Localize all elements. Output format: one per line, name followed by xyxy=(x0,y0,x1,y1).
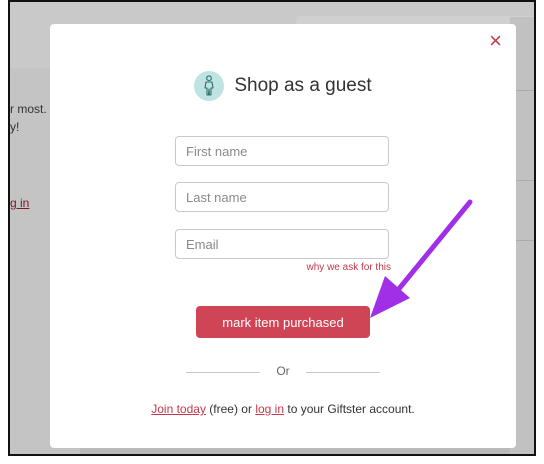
close-icon[interactable]: × xyxy=(489,30,502,52)
background-text: y! xyxy=(10,120,20,134)
email-field[interactable] xyxy=(175,229,389,259)
last-name-field[interactable] xyxy=(175,182,389,212)
join-today-link[interactable]: Join today xyxy=(151,402,206,416)
or-label: Or xyxy=(276,364,290,378)
footer-rest-text: to your Giftster account. xyxy=(287,402,415,416)
screenshot-frame: ○ r most. y! g in × Shop as a guest why … xyxy=(8,0,536,456)
account-footer: Join today (free) or log in to your Gift… xyxy=(50,402,516,416)
background-divider xyxy=(513,90,534,91)
walking-person-icon xyxy=(194,71,225,101)
background-login-link: g in xyxy=(10,196,30,210)
modal-title: Shop as a guest xyxy=(234,75,372,96)
first-name-field[interactable] xyxy=(175,136,389,166)
or-divider-right xyxy=(306,372,380,373)
footer-free-text: (free) or xyxy=(209,402,252,416)
why-we-ask-link[interactable]: why we ask for this xyxy=(307,262,391,273)
guest-checkout-modal: × Shop as a guest why we ask for this ma… xyxy=(50,24,516,448)
background-divider xyxy=(513,180,534,181)
modal-header: Shop as a guest xyxy=(50,70,516,102)
mark-item-purchased-button[interactable]: mark item purchased xyxy=(196,306,370,338)
background-divider xyxy=(513,240,534,241)
background-text: r most. xyxy=(10,102,47,116)
log-in-link[interactable]: log in xyxy=(255,402,284,416)
